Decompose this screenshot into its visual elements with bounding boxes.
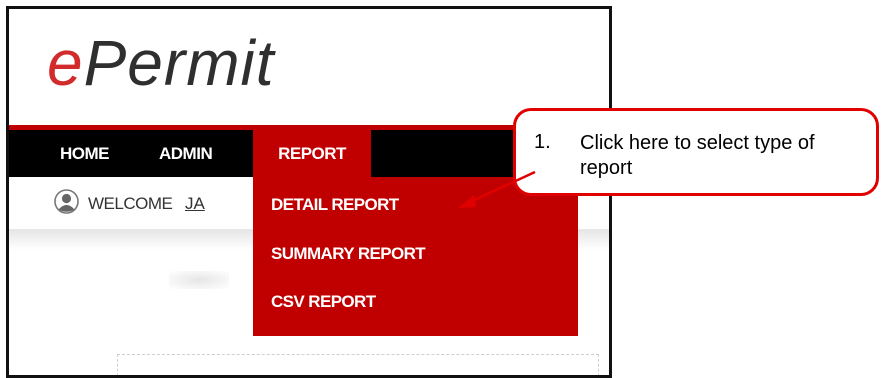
logo-permit: Permit (83, 27, 275, 99)
content-panel (117, 354, 599, 375)
user-avatar-icon (54, 189, 79, 214)
nav-home[interactable]: HOME (60, 130, 110, 177)
nav-report[interactable]: REPORT (253, 130, 371, 177)
logo-e: e (47, 27, 84, 99)
menu-item-detail-report[interactable]: DETAIL REPORT (271, 195, 399, 215)
nav-admin[interactable]: ADMIN (159, 130, 213, 177)
content-placeholder (169, 271, 229, 289)
welcome-label: WELCOME (88, 194, 173, 213)
epermit-logo: ePermit (47, 31, 275, 95)
callout-text: Click here to select type of report (580, 132, 815, 179)
report-dropdown-menu: DETAIL REPORT SUMMARY REPORT CSV REPORT (253, 177, 578, 336)
instruction-callout: 1. Click here to select type of report (513, 108, 879, 196)
menu-item-summary-report[interactable]: SUMMARY REPORT (271, 244, 426, 264)
welcome-username[interactable]: JA (185, 194, 205, 214)
menu-item-csv-report[interactable]: CSV REPORT (271, 292, 376, 312)
callout-step-number: 1. (534, 131, 551, 153)
